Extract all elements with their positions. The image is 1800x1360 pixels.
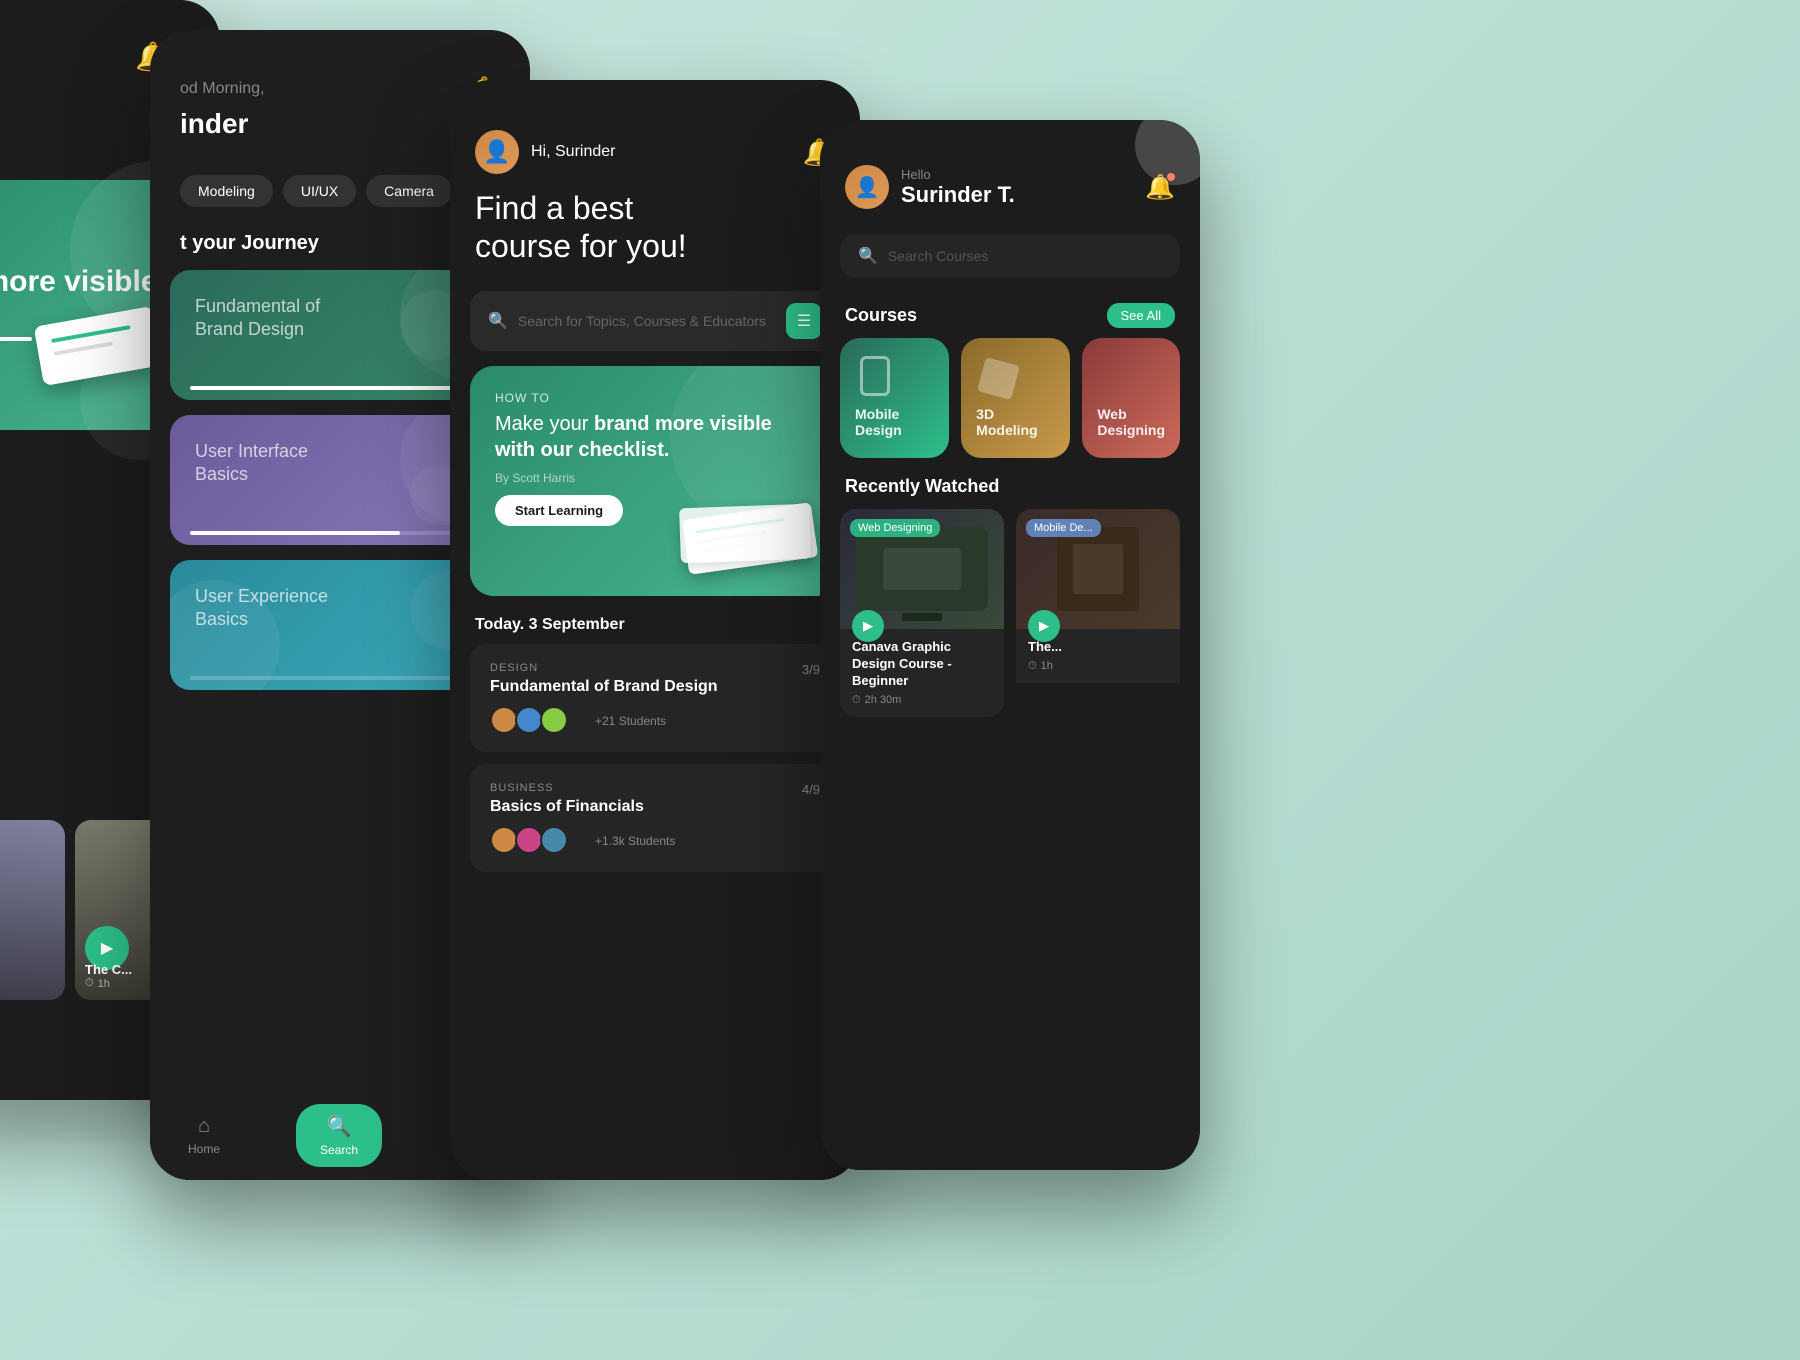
mobile-design-icon <box>855 351 934 406</box>
phone4-greeting-small: Hello <box>901 167 1145 182</box>
phone3-hero-banner: HOW TO Make your brand more visible with… <box>470 366 840 596</box>
phone3-start-btn[interactable]: Start Learning <box>495 495 623 526</box>
watch-badge-1: Web Designing <box>850 519 940 537</box>
phone3-find-text: Find a best course for you! <box>475 189 835 266</box>
schedule-students-1: +21 Students <box>595 714 666 728</box>
tab-modeling[interactable]: Modeling <box>180 175 273 207</box>
clock-icon: ⏱ <box>852 694 861 707</box>
phone3-find-header: Find a best course for you! <box>450 189 860 276</box>
3d-modeling-icon <box>976 356 1055 406</box>
course-card-3d[interactable]: 3D Modeling <box>961 338 1070 458</box>
watch-play-1[interactable]: ▶ <box>852 610 884 642</box>
phone3-search-placeholder: Search for Topics, Courses & Educators <box>518 313 766 329</box>
phone3-schedule-list: 3/9 DESIGN Fundamental of Brand Design +… <box>450 644 860 872</box>
course-card-mobile[interactable]: Mobile Design <box>840 338 949 458</box>
watch-title-1: Canava Graphic Design Course - Beginner <box>852 639 992 690</box>
schedule-num-1: 3/9 <box>802 662 820 677</box>
schedule-item-2[interactable]: 4/9 BUSINESS Basics of Financials +1.3k … <box>470 764 840 872</box>
course-label-3d: 3D Modeling <box>976 406 1055 438</box>
phone1-card1-title: Design <box>0 975 55 990</box>
phone4-see-all-button[interactable]: See All <box>1107 303 1175 328</box>
phone3-filter-button[interactable]: ☰ <box>786 303 822 339</box>
avatar-1 <box>490 706 518 734</box>
course-label-web: Web Designing <box>1097 406 1165 438</box>
phone1-card2-duration: ⏱ 1h <box>85 977 132 990</box>
course-label-mobile: Mobile Design <box>855 406 934 438</box>
avatar-2 <box>515 706 543 734</box>
schedule-cat-1: DESIGN <box>490 662 820 674</box>
watch-info-1: Canava Graphic Design Course - Beginner … <box>840 629 1004 717</box>
phone3-hero-title: Make your brand more visible with our ch… <box>495 411 815 463</box>
phone3-header: 👤 Hi, Surinder 🔔 <box>450 80 860 189</box>
watch-play-2[interactable]: ▶ <box>1028 610 1060 642</box>
phone3-avatar: 👤 <box>475 130 519 174</box>
watch-duration-1: ⏱ 2h 30m <box>852 694 992 707</box>
schedule-title-1: Fundamental of Brand Design <box>490 678 820 696</box>
watch-title-2: The... <box>1028 639 1168 656</box>
phone4-recently-watched-title: Recently Watched <box>820 458 1200 509</box>
phone1-card2-title: The C... <box>85 962 132 977</box>
progress-fill-2 <box>190 531 400 535</box>
phone4-course-grid: Mobile Design 3D Modeling Web Designing <box>820 338 1200 458</box>
progress-bar-2 <box>190 531 490 535</box>
watch-card-2[interactable]: Mobile De... ▶ The... ⏱ 1h <box>1016 509 1180 717</box>
schedule-title-2: Basics of Financials <box>490 798 820 816</box>
schedule-item-1[interactable]: 3/9 DESIGN Fundamental of Brand Design +… <box>470 644 840 752</box>
phone3-hero-author: By Scott Harris <box>495 471 815 485</box>
phone4-search-placeholder: Search Courses <box>888 248 988 264</box>
clock-icon-2: ⏱ <box>1028 660 1037 673</box>
phone3-hero-label: HOW TO <box>495 391 815 405</box>
phone1-card1: Design <box>0 820 65 1000</box>
phone1-hero-text: more visible <box>0 265 158 299</box>
nav-home[interactable]: ⌂ Home <box>188 1115 220 1156</box>
schedule-avatars-1: +21 Students <box>490 706 820 734</box>
watch-duration-2: ⏱ 1h <box>1028 660 1168 673</box>
avatar-3 <box>540 706 568 734</box>
phone4-courses-title: Courses <box>845 305 917 326</box>
avatar-6 <box>540 826 568 854</box>
avatar-5 <box>515 826 543 854</box>
filter-icon: ☰ <box>797 311 811 331</box>
phone4-search-bar[interactable]: 🔍 Search Courses <box>840 234 1180 278</box>
tab-uiux[interactable]: UI/UX <box>283 175 356 207</box>
schedule-cat-2: BUSINESS <box>490 782 820 794</box>
progress-bar-1 <box>190 386 490 390</box>
phone2-greeting-text: od Morning, <box>180 80 500 98</box>
phone4-courses-header: Courses See All <box>820 288 1200 338</box>
phone-main: 👤 Hi, Surinder 🔔 Find a best course for … <box>450 80 860 1180</box>
nav-home-label: Home <box>188 1142 220 1156</box>
nav-search-label: Search <box>320 1143 358 1157</box>
course-card-web[interactable]: Web Designing <box>1082 338 1180 458</box>
phone3-greeting: Hi, Surinder <box>531 143 615 161</box>
schedule-num-2: 4/9 <box>802 782 820 797</box>
avatar-4 <box>490 826 518 854</box>
watch-card-1[interactable]: Web Designing ▶ Canava Graphic Design Co… <box>840 509 1004 717</box>
schedule-students-2: +1.3k Students <box>595 834 675 848</box>
phone3-user: 👤 Hi, Surinder <box>475 130 615 174</box>
watch-badge-2: Mobile De... <box>1026 519 1101 537</box>
progress-bar-3 <box>190 676 490 680</box>
nav-search[interactable]: 🔍 Search <box>296 1104 382 1167</box>
phone4-greeting-name: Surinder T. <box>901 182 1145 208</box>
phone3-date: Today. 3 September <box>450 606 860 644</box>
phone-courses-grid: 👤 Hello Surinder T. 🔔 🔍 Search Courses C… <box>820 120 1200 1170</box>
phone3-hero-illustration <box>675 501 825 581</box>
phone3-search-icon: 🔍 <box>488 311 508 331</box>
phone4-avatar: 👤 <box>845 165 889 209</box>
phone4-watched-grid: Web Designing ▶ Canava Graphic Design Co… <box>820 509 1200 717</box>
progress-fill-1 <box>190 386 490 390</box>
schedule-avatars-2: +1.3k Students <box>490 826 820 854</box>
phone4-search-icon: 🔍 <box>858 246 878 266</box>
phone3-search-bar[interactable]: 🔍 Search for Topics, Courses & Educators… <box>470 291 840 351</box>
tab-camera[interactable]: Camera <box>366 175 452 207</box>
